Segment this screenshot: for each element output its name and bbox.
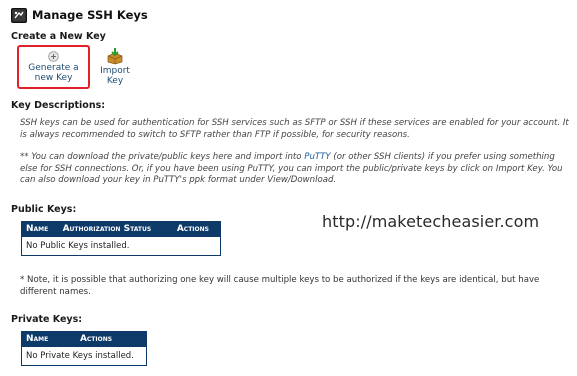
private-keys-heading: Private Keys:	[11, 314, 83, 325]
column-header-authorization-status: Authorization Status	[57, 221, 173, 237]
add-circle-icon	[48, 51, 59, 62]
key-description-paragraph: SSH keys can be used for authentication …	[20, 118, 569, 140]
table-header-row: Name Actions	[21, 331, 148, 347]
column-header-actions: Actions	[171, 221, 222, 237]
generate-key-label: Generate a new Key	[28, 63, 79, 83]
watermark-text: http://maketecheasier.com	[322, 212, 540, 231]
page-title: Manage SSH Keys	[32, 8, 148, 22]
public-keys-table: Name Authorization Status Actions No Pub…	[21, 221, 222, 256]
page: Manage SSH Keys Create a New Key Generat…	[0, 0, 577, 376]
authorization-note: * Note, it is possible that authorizing …	[20, 275, 540, 297]
private-keys-empty-message: No Private Keys installed.	[21, 346, 147, 366]
import-key-icon	[107, 48, 123, 65]
generate-key-button[interactable]: Generate a new Key	[17, 45, 90, 89]
page-header: Manage SSH Keys	[11, 6, 148, 24]
private-keys-table: Name Actions No Private Keys installed.	[21, 331, 148, 366]
ssh-keys-icon	[11, 7, 27, 23]
putty-description-paragraph: ** You can download the private/public k…	[20, 152, 572, 187]
import-key-label: Import Key	[100, 66, 130, 86]
table-row: No Public Keys installed.	[21, 236, 221, 256]
column-header-name: Name	[21, 221, 59, 237]
import-key-button[interactable]: Import Key	[98, 47, 132, 86]
table-header-row: Name Authorization Status Actions	[21, 221, 222, 237]
putty-text-before: ** You can download the private/public k…	[20, 152, 305, 162]
table-row: No Private Keys installed.	[21, 346, 147, 366]
public-keys-empty-message: No Public Keys installed.	[21, 236, 221, 256]
key-descriptions-heading: Key Descriptions:	[11, 100, 106, 111]
putty-link[interactable]: PuTTY	[304, 152, 330, 162]
public-keys-heading: Public Keys:	[11, 204, 77, 215]
column-header-name: Name	[21, 331, 76, 347]
create-key-heading: Create a New Key	[11, 31, 106, 42]
column-header-actions: Actions	[74, 331, 148, 347]
